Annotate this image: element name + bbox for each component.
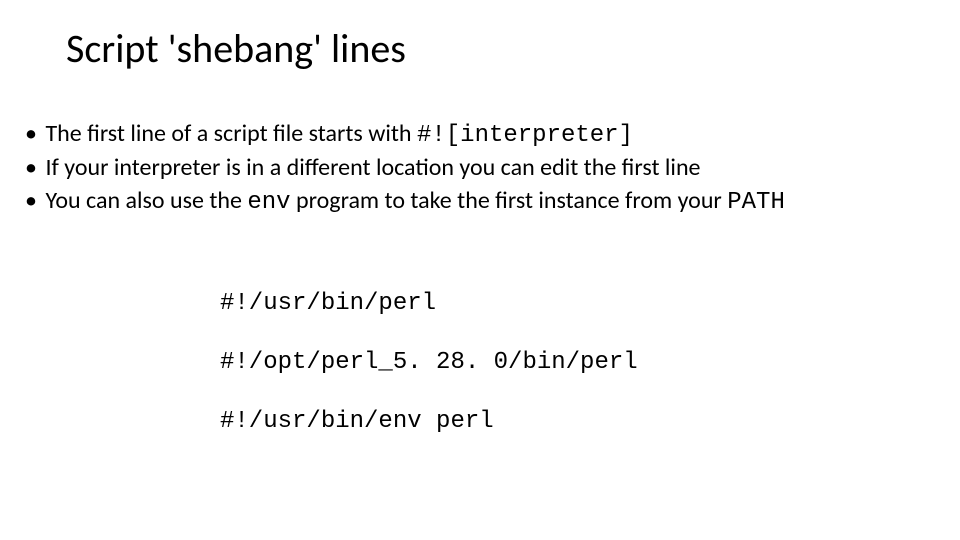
inline-code: env [247, 189, 290, 216]
bullet-dot: • [24, 118, 38, 150]
inline-code: PATH [727, 189, 785, 216]
bullet-item: • The first line of a script file starts… [24, 118, 936, 152]
bullet-item: • You can also use the env program to ta… [24, 185, 936, 219]
code-examples: #!/usr/bin/perl #!/opt/perl_5. 28. 0/bin… [220, 290, 638, 436]
bullet-text: You can also use the [45, 186, 247, 215]
code-line: #!/usr/bin/perl [220, 290, 638, 319]
bullet-item: • If your interpreter is in a different … [24, 152, 936, 184]
bullet-text: program to take the first instance from … [291, 186, 728, 215]
code-line: #!/opt/perl_5. 28. 0/bin/perl [220, 349, 638, 378]
bullet-text: If your interpreter is in a different lo… [45, 153, 700, 182]
bullet-dot: • [24, 152, 38, 184]
inline-code: #![interpreter] [417, 122, 633, 149]
bullet-list: • The first line of a script file starts… [24, 118, 936, 219]
bullet-dot: • [24, 185, 38, 217]
slide: Script 'shebang' lines • The first line … [0, 0, 960, 540]
bullet-text: The first line of a script file starts w… [45, 119, 417, 148]
slide-title: Script 'shebang' lines [66, 24, 406, 73]
code-line: #!/usr/bin/env perl [220, 408, 638, 437]
